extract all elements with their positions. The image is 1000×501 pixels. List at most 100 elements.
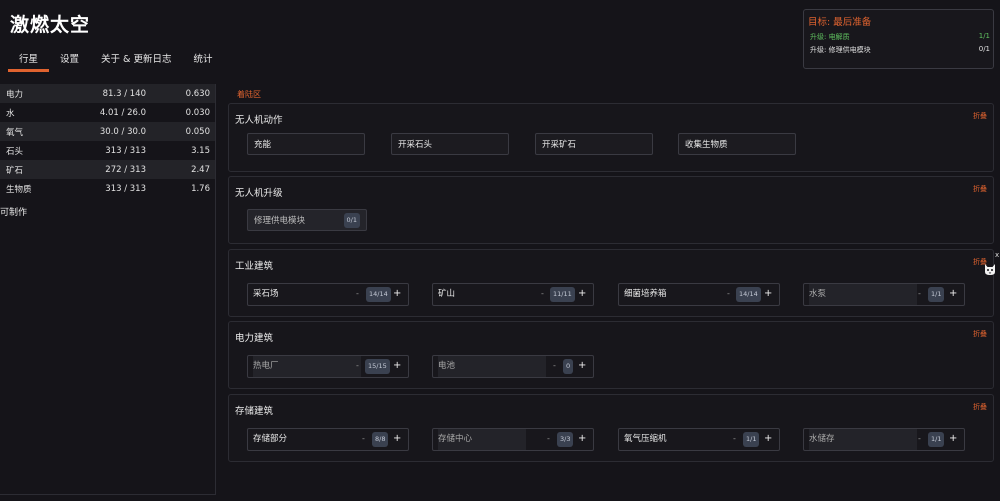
- tab-about-changelog[interactable]: 关于 & 更新日志: [90, 52, 182, 72]
- collapse-button[interactable]: 折叠: [973, 111, 987, 121]
- building-name[interactable]: 存储中心: [438, 429, 526, 450]
- cat-mascot-icon[interactable]: [984, 262, 996, 276]
- increase-button[interactable]: +: [578, 356, 586, 377]
- charge-button[interactable]: 充能: [247, 133, 365, 155]
- resource-rate: 0.050: [185, 126, 210, 137]
- building-name[interactable]: 水泵: [809, 284, 917, 305]
- increase-button[interactable]: +: [949, 284, 957, 305]
- tab-stats[interactable]: 统计: [182, 52, 223, 72]
- upgrade-count-badge: 0/1: [343, 213, 360, 228]
- goal-item-label: 升级: 电解质: [810, 33, 850, 41]
- building-name[interactable]: 水储存: [809, 429, 917, 450]
- section-drone-actions: 无人机动作 折叠 充能 开采石头 开采矿石 收集生物质: [228, 103, 994, 172]
- collapse-button[interactable]: 折叠: [973, 329, 987, 339]
- decrease-button[interactable]: -: [553, 356, 556, 377]
- increase-button[interactable]: +: [393, 356, 401, 377]
- building-name[interactable]: 细菌培养箱: [624, 284, 732, 305]
- section-power-buildings: 电力建筑 折叠 热电厂 - 15/15 + 电池 - 0 +: [228, 321, 994, 389]
- mine-ore-button[interactable]: 开采矿石: [535, 133, 653, 155]
- building-storage-section: 存储部分 - 8/8 +: [247, 428, 409, 451]
- tab-planet[interactable]: 行星: [8, 52, 50, 72]
- increase-button[interactable]: +: [764, 284, 772, 305]
- resource-amount: 313 / 313: [105, 183, 146, 194]
- building-name[interactable]: 热电厂: [253, 356, 361, 377]
- section-title: 工业建筑: [235, 261, 274, 272]
- section-title: 电力建筑: [235, 333, 274, 344]
- resource-amount: 81.3 / 140: [102, 88, 146, 99]
- tab-settings[interactable]: 设置: [49, 52, 90, 72]
- building-count-badge: 8/8: [372, 432, 389, 447]
- building-count-badge: 3/3: [557, 432, 574, 447]
- decrease-button[interactable]: -: [727, 284, 730, 305]
- decrease-button[interactable]: -: [918, 284, 921, 305]
- resource-row: 矿石 272 / 313 2.47: [0, 160, 215, 179]
- decrease-button[interactable]: -: [356, 284, 359, 305]
- resource-panel: 电力 81.3 / 140 0.630 水 4.01 / 26.0 0.030 …: [0, 84, 216, 495]
- building-count-badge: 15/15: [365, 359, 390, 374]
- building-count-badge: 1/1: [928, 432, 945, 447]
- side-close-icon[interactable]: x: [995, 251, 999, 259]
- resource-rate: 1.76: [191, 183, 210, 194]
- resource-amount: 30.0 / 30.0: [99, 126, 146, 137]
- upgrade-label: 修理供电模块: [254, 216, 306, 226]
- mine-stone-button[interactable]: 开采石头: [391, 133, 509, 155]
- building-quarry: 采石场 - 14/14 +: [247, 283, 409, 306]
- resource-name: 电力: [6, 89, 24, 100]
- increase-button[interactable]: +: [578, 429, 586, 450]
- increase-button[interactable]: +: [764, 429, 772, 450]
- building-count-badge: 1/1: [928, 287, 945, 302]
- building-count-badge: 11/11: [550, 287, 575, 302]
- main-tabs: 行星 设置 关于 & 更新日志 统计: [8, 52, 224, 72]
- collapse-button[interactable]: 折叠: [973, 184, 987, 194]
- increase-button[interactable]: +: [393, 429, 401, 450]
- section-industrial-buildings: 工业建筑 折叠 采石场 - 14/14 + 矿山 - 11/11 + 细菌培养箱…: [228, 249, 994, 317]
- building-count-badge: 14/14: [366, 287, 391, 302]
- building-count-badge: 14/14: [736, 287, 761, 302]
- section-title: 无人机升级: [235, 188, 283, 199]
- resource-name: 石头: [6, 146, 24, 157]
- resource-rate: 0.630: [185, 88, 210, 99]
- resource-name: 矿石: [6, 165, 24, 176]
- increase-button[interactable]: +: [393, 284, 401, 305]
- building-water-pump: 水泵 - 1/1 +: [803, 283, 965, 306]
- resource-amount: 4.01 / 26.0: [99, 107, 146, 118]
- section-title: 存储建筑: [235, 406, 274, 417]
- section-drone-upgrades: 无人机升级 折叠 修理供电模块 0/1: [228, 176, 994, 244]
- resource-row: 电力 81.3 / 140 0.630: [0, 84, 215, 103]
- increase-button[interactable]: +: [949, 429, 957, 450]
- building-battery: 电池 - 0 +: [432, 355, 594, 378]
- goal-item: 升级: 电解质 1/1: [810, 32, 990, 42]
- decrease-button[interactable]: -: [541, 284, 544, 305]
- resource-row: 石头 313 / 313 3.15: [0, 141, 215, 160]
- collect-biomass-button[interactable]: 收集生物质: [678, 133, 796, 155]
- building-thermal-plant: 热电厂 - 15/15 +: [247, 355, 409, 378]
- resource-rate: 3.15: [191, 145, 210, 156]
- building-mine: 矿山 - 11/11 +: [432, 283, 594, 306]
- resource-name: 氧气: [6, 127, 24, 138]
- building-storage-center: 存储中心 - 3/3 +: [432, 428, 594, 451]
- decrease-button[interactable]: -: [356, 356, 359, 377]
- building-name[interactable]: 电池: [438, 356, 546, 377]
- building-name[interactable]: 矿山: [438, 284, 546, 305]
- resource-rate: 2.47: [191, 164, 210, 175]
- decrease-button[interactable]: -: [918, 429, 921, 450]
- decrease-button[interactable]: -: [362, 429, 365, 450]
- resource-name: 水: [6, 108, 15, 119]
- goal-title: 目标: 最后准备: [808, 17, 872, 28]
- repair-power-module-upgrade-button[interactable]: 修理供电模块 0/1: [247, 209, 367, 231]
- app-title: 激燃太空: [10, 14, 91, 36]
- goal-item: 升级: 修理供电模块 0/1: [810, 45, 990, 55]
- resource-row: 生物质 313 / 313 1.76: [0, 179, 215, 198]
- resource-row: 水 4.01 / 26.0 0.030: [0, 103, 215, 122]
- goal-panel: 目标: 最后准备 升级: 电解质 1/1 升级: 修理供电模块 0/1: [803, 9, 994, 69]
- increase-button[interactable]: +: [578, 284, 586, 305]
- decrease-button[interactable]: -: [547, 429, 550, 450]
- resource-rate: 0.030: [185, 107, 210, 118]
- building-name[interactable]: 采石场: [253, 284, 361, 305]
- building-water-storage: 水储存 - 1/1 +: [803, 428, 965, 451]
- collapse-button[interactable]: 折叠: [973, 402, 987, 412]
- building-name[interactable]: 氧气压缩机: [624, 429, 732, 450]
- building-name[interactable]: 存储部分: [253, 429, 361, 450]
- building-bacteria-incubator: 细菌培养箱 - 14/14 +: [618, 283, 780, 306]
- decrease-button[interactable]: -: [733, 429, 736, 450]
